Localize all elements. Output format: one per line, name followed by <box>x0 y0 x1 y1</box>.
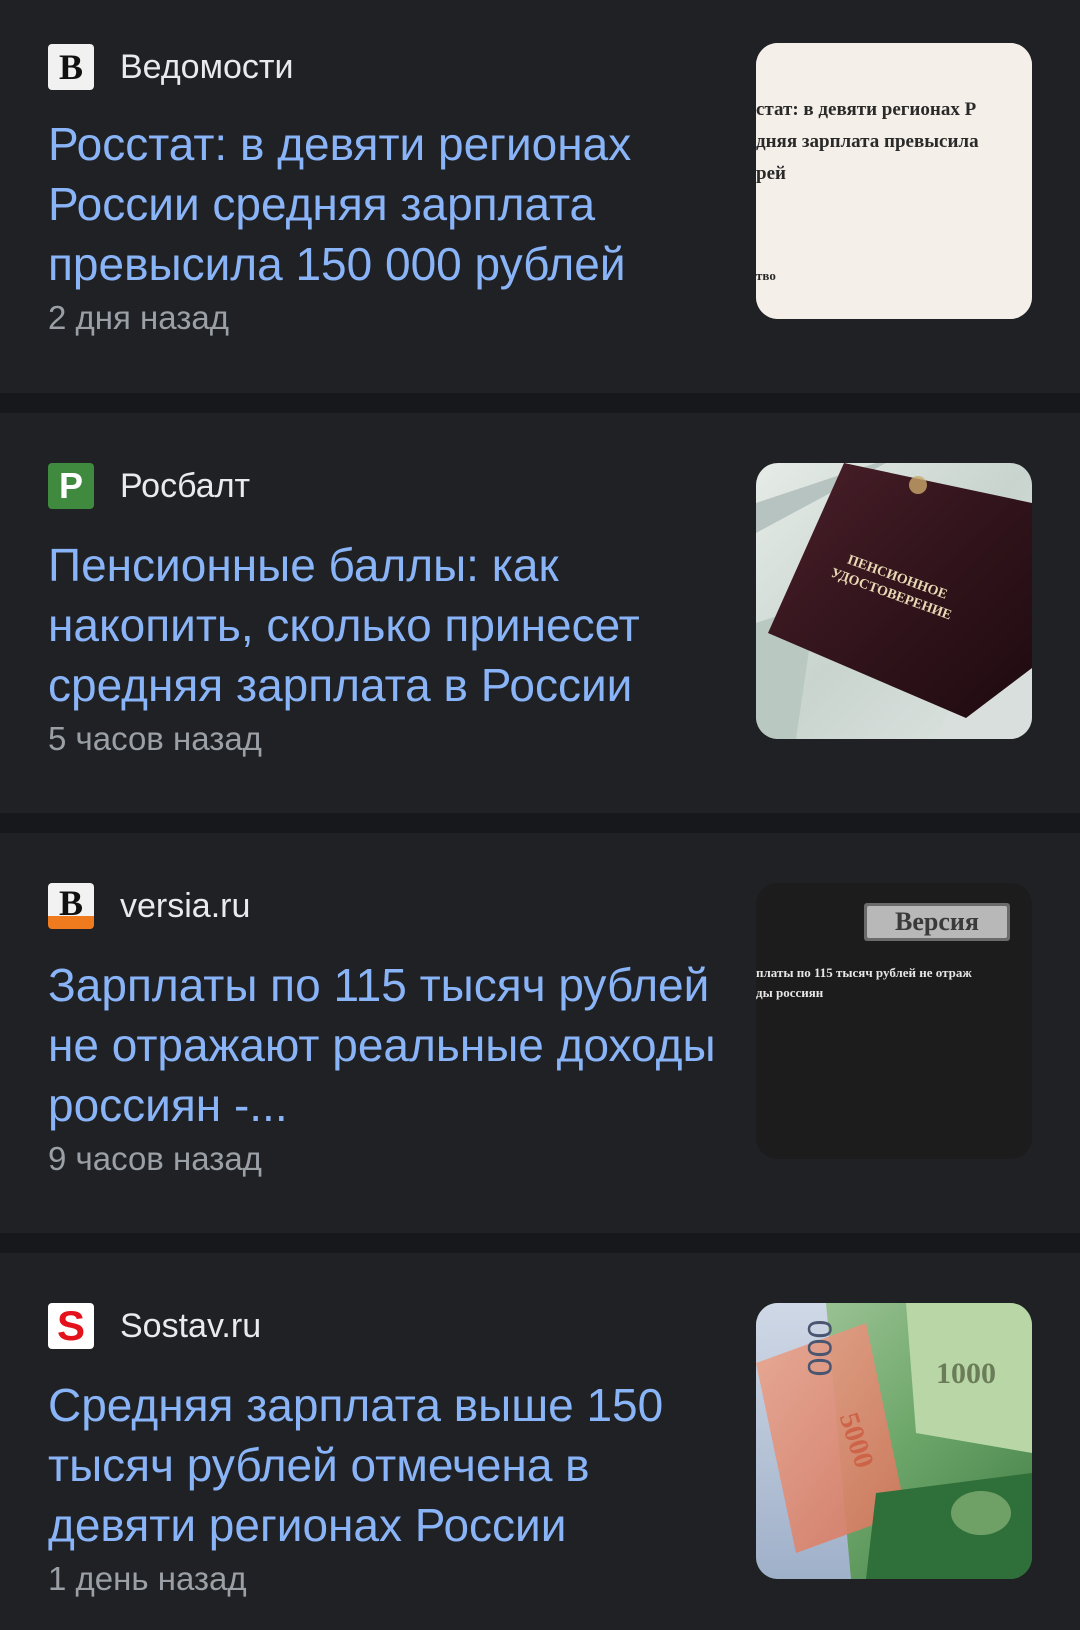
source-name: Росбалт <box>120 467 251 505</box>
published-time: 5 часов назад <box>48 720 262 757</box>
published-time: 2 дня назад <box>48 299 229 336</box>
thumbnail-text: ды россиян <box>756 985 824 1000</box>
source-row: S Sostav.ru <box>48 1303 261 1349</box>
thumbnail-image: Версия платы по 115 тысяч рублей не отра… <box>756 883 1032 1159</box>
thumbnail-image: стат: в девяти регионах Р дняя зарплата … <box>756 43 1032 319</box>
thumbnail-text: платы по 115 тысяч рублей не отраж <box>756 965 972 980</box>
news-feed: B Ведомости Росстат: в девяти регионах Р… <box>0 0 1080 1630</box>
headline-link[interactable]: Пенсионные баллы: как накопить, сколько … <box>48 535 718 715</box>
thumbnail-text: 000 <box>800 1320 838 1377</box>
sostav-logo-icon: S <box>48 1303 94 1349</box>
news-card[interactable]: S Sostav.ru Средняя зарплата выше 150 ты… <box>0 1253 1080 1630</box>
versia-logo-icon: B <box>48 883 94 929</box>
source-name: versia.ru <box>120 887 251 925</box>
published-time: 1 день назад <box>48 1560 247 1597</box>
article-thumbnail[interactable]: стат: в девяти регионах Р дняя зарплата … <box>756 43 1032 319</box>
thumbnail-text: дняя зарплата превысила <box>756 131 979 152</box>
thumbnail-brand: Версия <box>895 907 979 936</box>
article-thumbnail[interactable]: Версия платы по 115 тысяч рублей не отра… <box>756 883 1032 1159</box>
headline-link[interactable]: Росстат: в девяти регионах России средня… <box>48 114 718 294</box>
thumbnail-image: ПЕНСИОННОЕ УДОСТОВЕРЕНИЕ <box>756 463 1032 739</box>
source-row: B Ведомости <box>48 44 293 90</box>
favicon-letter: S <box>56 1303 85 1349</box>
thumbnail-text: стат: в девяти регионах Р <box>756 99 977 120</box>
source-name: Ведомости <box>120 48 294 86</box>
source-row: P Росбалт <box>48 463 250 509</box>
thumbnail-image: 1000 5000 000 <box>756 1303 1032 1579</box>
news-card[interactable]: B Ведомости Росстат: в девяти регионах Р… <box>0 0 1080 393</box>
rosbalt-logo-icon: P <box>48 463 94 509</box>
headline-link[interactable]: Средняя зарплата выше 150 тысяч рублей о… <box>48 1375 718 1555</box>
news-card[interactable]: B versia.ru Зарплаты по 115 тысяч рублей… <box>0 833 1080 1233</box>
headline-link[interactable]: Зарплаты по 115 тысяч рублей не отражают… <box>48 955 738 1135</box>
thumbnail-text: 1000 <box>936 1357 996 1390</box>
favicon-letter: B <box>58 883 83 923</box>
thumbnail-text: тво <box>756 268 776 283</box>
source-name: Sostav.ru <box>120 1307 262 1345</box>
published-time: 9 часов назад <box>48 1140 262 1177</box>
source-row: B versia.ru <box>48 883 250 929</box>
news-card[interactable]: P Росбалт Пенсионные баллы: как накопить… <box>0 413 1080 813</box>
favicon-letter: P <box>58 465 83 506</box>
vedomosti-logo-icon: B <box>48 44 94 90</box>
article-thumbnail[interactable]: 1000 5000 000 <box>756 1303 1032 1579</box>
thumbnail-text: рей <box>756 163 786 184</box>
article-thumbnail[interactable]: ПЕНСИОННОЕ УДОСТОВЕРЕНИЕ <box>756 463 1032 739</box>
favicon-letter: B <box>58 47 83 87</box>
